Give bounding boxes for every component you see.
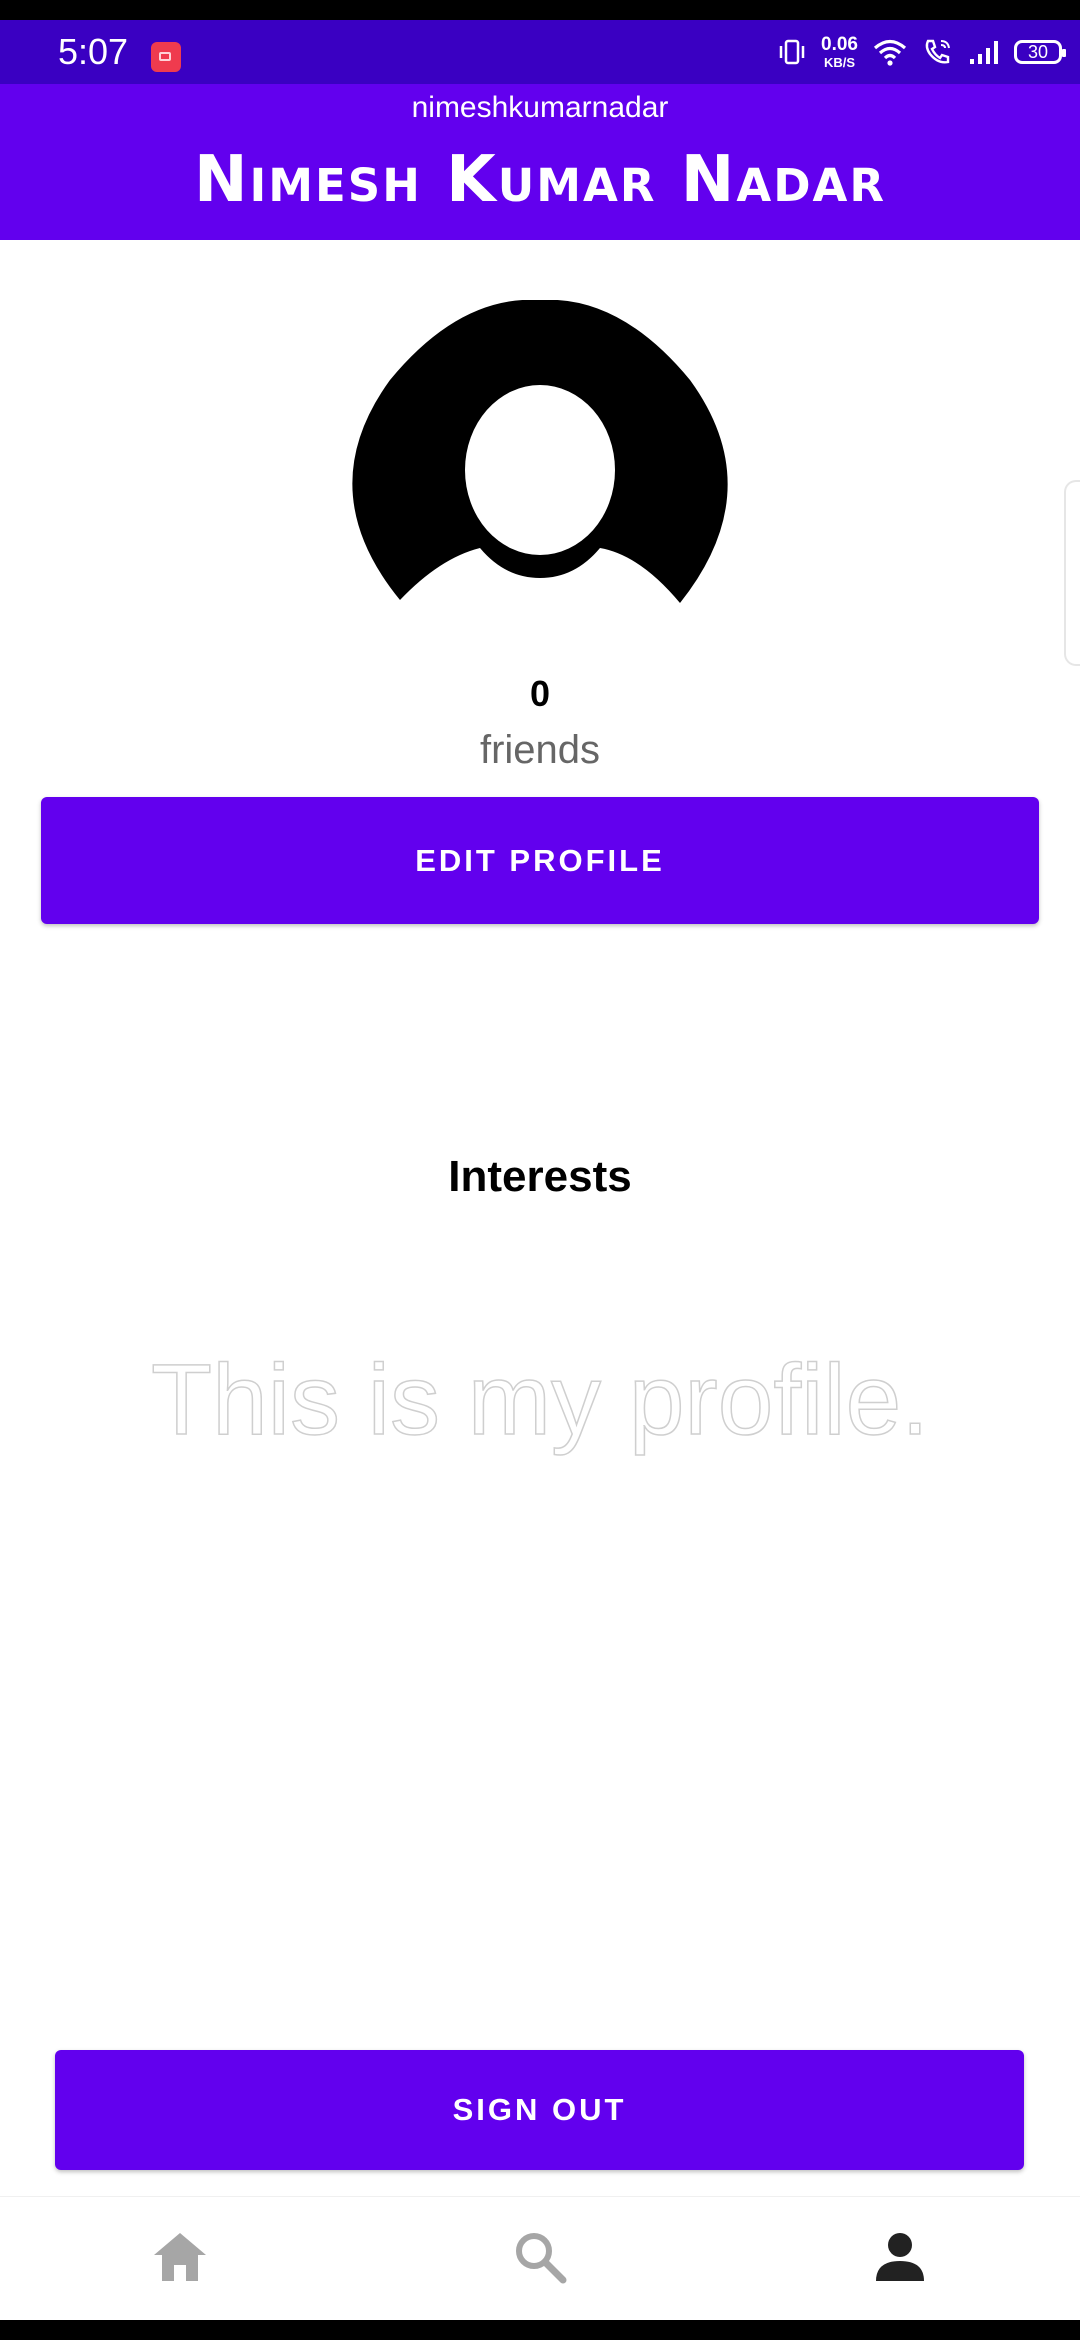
profile-screen: 5:07 0.06 KB/S 30 nimeshkumarnadar Nimes… — [0, 0, 1080, 2340]
profile-bio: This is my profile. — [150, 1343, 929, 1457]
bottom-edge — [0, 2320, 1080, 2340]
wifi-icon — [873, 39, 907, 66]
wifi-calling-icon — [925, 39, 950, 64]
profile-header: nimeshkumarnadar Nimesh Kumar Nadar — [0, 84, 1080, 240]
avatar-icon[interactable] — [340, 300, 740, 620]
home-icon[interactable] — [150, 2227, 210, 2287]
network-speed-value: 0.06 — [821, 34, 858, 55]
friends-count: 0 — [529, 673, 551, 714]
screen-record-icon — [151, 42, 181, 72]
status-icons: 0.06 KB/S 30 — [777, 32, 1066, 72]
sign-out-button[interactable]: SIGN OUT — [55, 2050, 1024, 2170]
side-panel-handle[interactable] — [1064, 480, 1080, 666]
network-speed: 0.06 KB/S — [821, 35, 858, 69]
search-icon[interactable] — [510, 2227, 570, 2287]
edit-profile-button[interactable]: EDIT PROFILE — [41, 797, 1039, 924]
person-icon[interactable] — [870, 2227, 930, 2287]
vibrate-icon — [779, 39, 805, 65]
battery-icon: 30 — [1014, 40, 1066, 64]
network-speed-unit: KB/S — [823, 55, 856, 70]
friends-label: friends — [479, 728, 601, 772]
bottom-navigation — [0, 2196, 1080, 2321]
status-time: 5:07 — [58, 31, 129, 72]
status-bar: 5:07 0.06 KB/S 30 — [0, 20, 1080, 84]
interests-heading: Interests — [448, 1152, 632, 1201]
battery-level: 30 — [1027, 42, 1049, 62]
display-name: Nimesh Kumar Nadar — [193, 143, 887, 217]
top-edge — [0, 0, 1080, 20]
signal-icon — [970, 41, 998, 64]
username: nimeshkumarnadar — [411, 91, 669, 124]
